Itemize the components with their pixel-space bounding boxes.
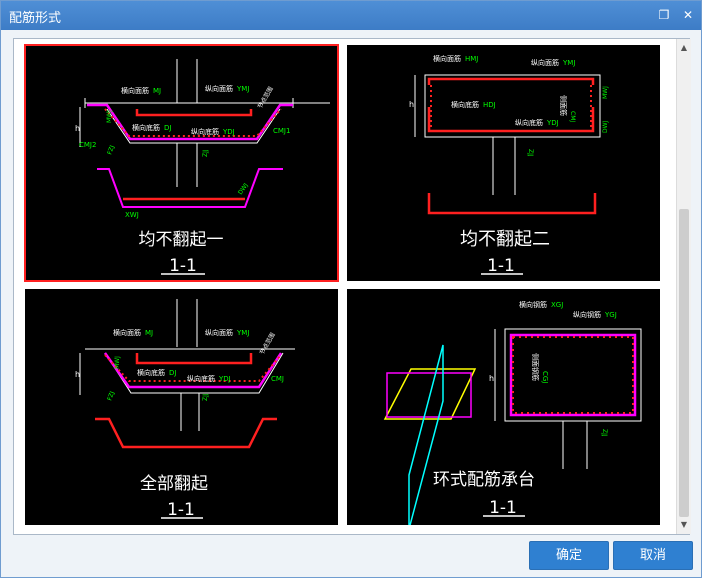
diagram-4: 横向钢筋 XGJ 纵向钢筋 YGJ 侧面钢筋 CGJ ZJJ h 环式配筋承台 … <box>383 300 642 525</box>
scroll-up-icon[interactable]: ▲ <box>677 41 691 55</box>
ok-button[interactable]: 确定 <box>529 541 609 570</box>
label-h: h <box>489 374 494 383</box>
label-mwj: MWJ <box>114 356 121 369</box>
panel-caption: 环式配筋承台 <box>433 470 535 490</box>
diagram-1: 横向面筋 MJ 纵向面筋 YMJ 横向底筋 DJ 纵向底筋 YDJ 节点范围 M… <box>75 59 330 276</box>
label-zmj: 纵向面筋 <box>531 58 559 67</box>
label-hdj-code: HDJ <box>483 101 496 109</box>
label-hmj: 横向面筋 <box>113 328 141 337</box>
label-hdj: 横向底筋 <box>132 123 160 132</box>
label-h: h <box>409 100 414 109</box>
scroll-down-icon[interactable]: ▼ <box>677 518 691 532</box>
label-hdj-code: DJ <box>169 369 176 377</box>
label-side: 节点范围 <box>256 85 275 110</box>
title-bar[interactable]: 配筋形式 ❐ ✕ <box>1 1 701 30</box>
scrollbar-thumb[interactable] <box>679 209 689 517</box>
panel-caption: 全部翻起 <box>140 474 208 494</box>
label-fzj: FZJ <box>106 390 116 401</box>
dialog-window: 配筋形式 ❐ ✕ 横向面筋 MJ 纵向面筋 YMJ 横向底筋 DJ 纵向底筋 Y… <box>0 0 702 578</box>
label-cmj: CMJ <box>569 111 576 122</box>
label-h: h <box>75 124 80 133</box>
option-grid: 横向面筋 MJ 纵向面筋 YMJ 横向底筋 DJ 纵向底筋 YDJ 节点范围 M… <box>13 38 691 535</box>
label-hxg-code: XGJ <box>551 301 563 309</box>
label-hmj: 横向面筋 <box>121 86 149 95</box>
section-label: 1-1 <box>487 256 515 276</box>
label-zmj-code: YMJ <box>236 329 249 337</box>
label-mwj: MWJ <box>602 86 609 99</box>
label-zdj: 纵向底筋 <box>515 118 543 127</box>
label-cgj: CGJ <box>541 371 549 383</box>
label-cmj1: CMJ1 <box>273 127 290 135</box>
label-zjj: ZJJ <box>601 429 608 437</box>
option-panel-1[interactable]: 横向面筋 MJ 纵向面筋 YMJ 横向底筋 DJ 纵向底筋 YDJ 节点范围 M… <box>24 44 339 282</box>
label-zmj: 纵向面筋 <box>205 328 233 337</box>
label-zdj: 纵向底筋 <box>191 127 219 136</box>
label-zdj-code: YDJ <box>222 128 235 136</box>
label-dwj: DWJ <box>237 182 250 196</box>
label-zmj-code: YMJ <box>562 59 575 67</box>
label-zdj-code: YDJ <box>546 119 559 127</box>
diagram-3: 横向面筋 MJ 纵向面筋 YMJ 横向底筋 DJ 纵向底筋 YDJ 节点范围 M… <box>75 299 295 520</box>
label-hmj-code: HMJ <box>465 55 478 63</box>
option-panel-4[interactable]: 横向钢筋 XGJ 纵向钢筋 YGJ 侧面钢筋 CGJ ZJJ h 环式配筋承台 … <box>347 289 660 525</box>
section-label: 1-1 <box>169 256 197 276</box>
label-zmj: 纵向面筋 <box>205 84 233 93</box>
label-hdj-code: DJ <box>164 124 171 132</box>
label-side: 节点范围 <box>258 331 277 356</box>
label-side: 侧面钢筋 <box>531 353 540 381</box>
section-label: 1-1 <box>489 498 517 518</box>
vertical-scrollbar[interactable]: ▲ ▼ <box>676 39 691 534</box>
label-h: h <box>75 370 80 379</box>
label-mwj: MWJ <box>106 110 113 123</box>
label-cmj2: CMJ2 <box>79 141 96 149</box>
label-zjj: ZJJ <box>527 149 534 157</box>
panel-caption: 均不翻起一 <box>139 230 224 250</box>
restore-icon[interactable]: ❐ <box>655 6 673 24</box>
label-dwj: DWJ <box>602 120 609 133</box>
label-zmj-code: YMJ <box>236 85 249 93</box>
section-label: 1-1 <box>167 500 195 520</box>
cancel-button[interactable]: 取消 <box>613 541 693 570</box>
label-zxg: 纵向钢筋 <box>573 310 601 319</box>
label-fzj: FZJ <box>106 144 116 155</box>
label-cmj: CMJ <box>271 375 284 383</box>
label-hmj-code: MJ <box>153 87 161 95</box>
label-zdj: 纵向底筋 <box>187 374 215 383</box>
close-icon[interactable]: ✕ <box>679 6 697 24</box>
label-hdj: 横向底筋 <box>451 100 479 109</box>
label-zjj: ZJJ <box>202 393 209 401</box>
label-side: 侧面筋 <box>559 95 568 116</box>
window-title: 配筋形式 <box>9 11 62 26</box>
label-hdj: 横向底筋 <box>137 368 165 377</box>
label-zjj: ZJJ <box>202 149 209 157</box>
option-panel-2[interactable]: 横向面筋 HMJ 纵向面筋 YMJ 横向底筋 HDJ 纵向底筋 YDJ 侧面筋 … <box>347 45 660 281</box>
label-hmj-code: MJ <box>145 329 153 337</box>
label-xwj: XWJ <box>125 211 139 219</box>
option-panel-3[interactable]: 横向面筋 MJ 纵向面筋 YMJ 横向底筋 DJ 纵向底筋 YDJ 节点范围 M… <box>25 289 338 525</box>
diagram-2: 横向面筋 HMJ 纵向面筋 YMJ 横向底筋 HDJ 纵向底筋 YDJ 侧面筋 … <box>409 54 609 276</box>
label-zxg-code: YGJ <box>604 311 617 319</box>
label-hmj: 横向面筋 <box>433 54 461 63</box>
panel-caption: 均不翻起二 <box>460 229 550 250</box>
label-hxg: 横向钢筋 <box>519 300 547 309</box>
label-zdj-code: YDJ <box>218 375 231 383</box>
